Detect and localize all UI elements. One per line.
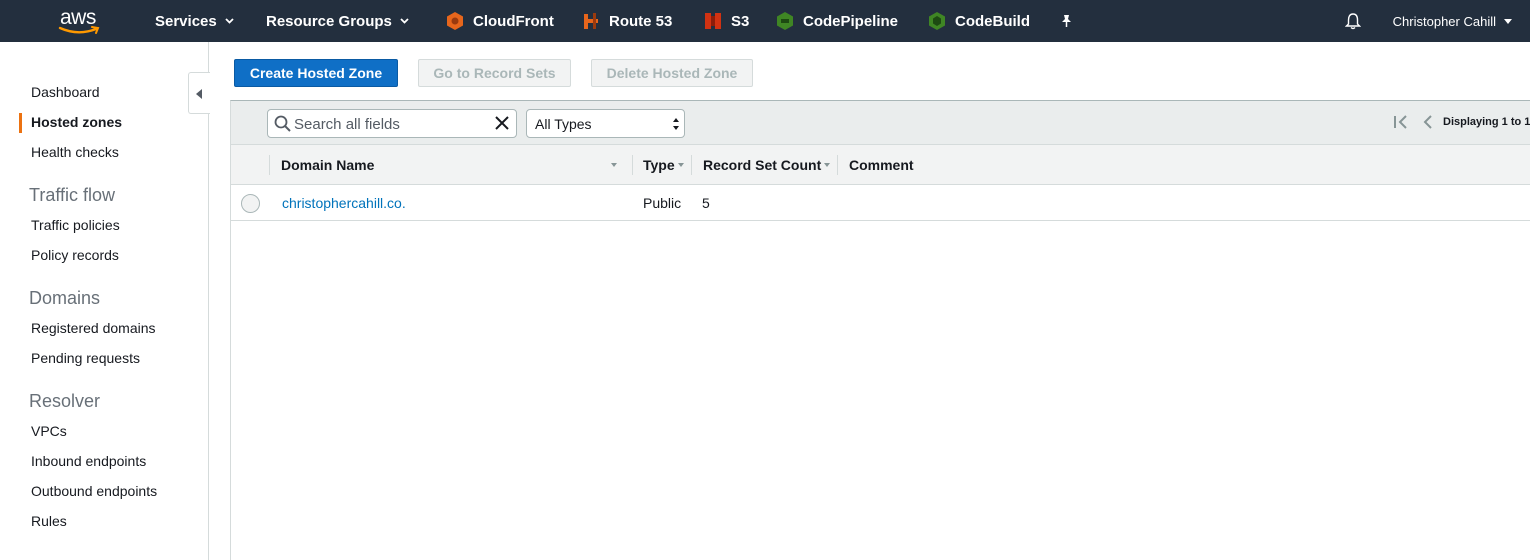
codebuild-icon [929, 12, 945, 30]
hosted-zones-panel: Search all fields All Types Displaying 1… [230, 100, 1530, 560]
column-comment[interactable]: Comment [849, 145, 914, 185]
services-menu[interactable]: Services [155, 0, 234, 42]
shortcut-label: CodeBuild [955, 12, 1030, 30]
top-navigation-bar: aws Services Resource Groups CloudFront … [0, 0, 1530, 42]
row-select-radio[interactable] [241, 194, 260, 213]
table-row[interactable]: christophercahill.co. Public 5 [231, 185, 1530, 221]
column-divider [269, 155, 270, 175]
active-indicator [19, 113, 22, 133]
sidebar-item-traffic-policies[interactable]: Traffic policies [31, 217, 120, 233]
route53-icon [584, 13, 598, 29]
shortcut-label: CodePipeline [803, 12, 899, 30]
search-placeholder: Search all fields [294, 116, 400, 133]
shortcut-route53[interactable]: Route 53 [582, 0, 672, 42]
shortcut-cloudfront[interactable]: CloudFront [446, 0, 554, 42]
sidebar-item-outbound-endpoints[interactable]: Outbound endpoints [31, 483, 157, 499]
sidebar-item-rules[interactable]: Rules [31, 513, 67, 529]
column-label: Type [643, 157, 675, 173]
shortcut-label: CloudFront [473, 12, 554, 30]
column-divider [632, 155, 633, 175]
chevron-down-icon [1504, 18, 1512, 24]
delete-hosted-zone-button[interactable]: Delete Hosted Zone [591, 59, 753, 87]
filter-bar: Search all fields All Types Displaying 1… [231, 101, 1530, 145]
clear-icon[interactable] [494, 115, 510, 131]
previous-page-icon[interactable] [1423, 115, 1433, 129]
pin-icon [1062, 15, 1071, 27]
aws-logo[interactable]: aws [58, 6, 104, 36]
sidebar-item-vpcs[interactable]: VPCs [31, 423, 67, 439]
codepipeline-icon [777, 12, 793, 30]
column-domain-name[interactable]: Domain Name [281, 145, 621, 185]
column-label: Domain Name [281, 157, 375, 173]
sidebar-collapse-button[interactable] [188, 72, 210, 114]
user-menu[interactable]: Christopher Cahill [1393, 0, 1512, 42]
search-icon [274, 115, 291, 132]
select-arrows-icon [673, 118, 679, 130]
shortcut-codebuild[interactable]: CodeBuild [928, 0, 1030, 42]
pagination: Displaying 1 to 1 [1393, 115, 1530, 129]
sidebar-item-registered-domains[interactable]: Registered domains [31, 320, 156, 336]
column-type[interactable]: Type [643, 145, 684, 185]
shortcut-label: S3 [731, 12, 750, 30]
sidebar-item-policy-records[interactable]: Policy records [31, 247, 119, 263]
column-divider [837, 155, 838, 175]
cloudfront-icon [447, 12, 463, 30]
paging-status: Displaying 1 to 1 [1443, 116, 1530, 128]
sort-caret-icon [611, 163, 617, 167]
sidebar-item-dashboard[interactable]: Dashboard [31, 84, 100, 100]
sidebar-item-health-checks[interactable]: Health checks [31, 144, 119, 160]
sort-caret-icon [824, 163, 831, 167]
shortcut-label: Route 53 [609, 12, 673, 30]
sidebar-heading-domains: Domains [29, 288, 101, 308]
caret-left-icon [196, 89, 202, 99]
resource-groups-label: Resource Groups [266, 12, 392, 30]
aws-smile-icon [58, 26, 100, 34]
chevron-down-icon [400, 18, 409, 24]
sidebar-heading-traffic-flow: Traffic flow [29, 185, 116, 205]
record-set-count: 5 [702, 195, 710, 211]
column-record-set-count[interactable]: Record Set Count [703, 145, 831, 185]
go-to-record-sets-button[interactable]: Go to Record Sets [418, 59, 571, 87]
sort-caret-icon [677, 163, 684, 167]
sidebar-item-hosted-zones[interactable]: Hosted zones [31, 114, 122, 130]
user-name: Christopher Cahill [1392, 13, 1496, 29]
services-label: Services [155, 12, 217, 30]
column-label: Comment [849, 157, 914, 173]
sidebar-heading-resolver: Resolver [29, 391, 101, 411]
table-header: Domain Name Type Record Set Count Commen… [231, 145, 1530, 185]
zone-type: Public [643, 195, 682, 211]
pin-shortcuts[interactable] [1060, 0, 1073, 42]
domain-name-link[interactable]: christophercahill.co. [282, 195, 406, 211]
type-filter-value: All Types [535, 116, 592, 132]
type-filter-select[interactable]: All Types [526, 109, 685, 138]
create-hosted-zone-button[interactable]: Create Hosted Zone [234, 59, 398, 87]
resource-groups-menu[interactable]: Resource Groups [266, 0, 409, 42]
shortcut-s3[interactable]: S3 [704, 0, 749, 42]
shortcut-codepipeline[interactable]: CodePipeline [776, 0, 898, 42]
chevron-down-icon [225, 18, 234, 24]
sidebar: Dashboard Hosted zones Health checks Tra… [0, 42, 209, 560]
sidebar-item-inbound-endpoints[interactable]: Inbound endpoints [31, 453, 146, 469]
search-input[interactable]: Search all fields [267, 109, 517, 138]
first-page-icon[interactable] [1393, 115, 1409, 129]
column-divider [691, 155, 692, 175]
s3-icon [705, 13, 721, 29]
sidebar-item-pending-requests[interactable]: Pending requests [31, 350, 140, 366]
bell-icon[interactable] [1345, 12, 1361, 30]
column-label: Record Set Count [703, 157, 822, 173]
